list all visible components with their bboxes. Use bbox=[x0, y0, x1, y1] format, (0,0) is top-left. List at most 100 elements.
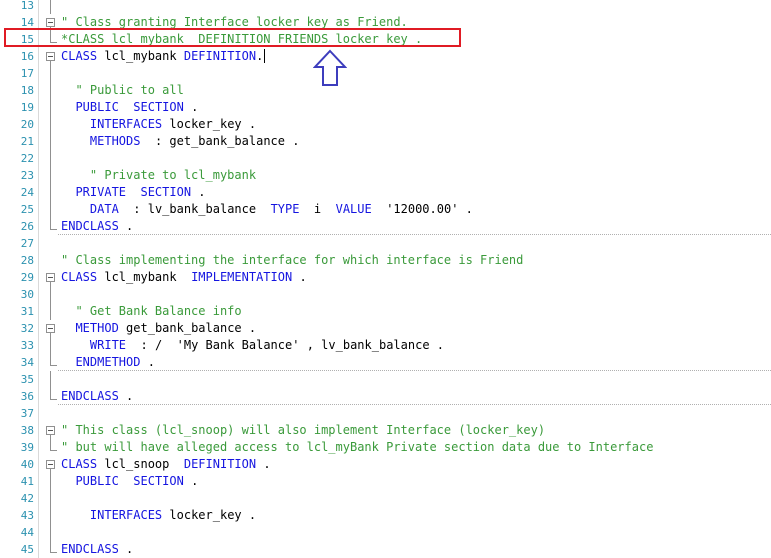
code-line[interactable]: 39 " but will have alleged access to lcl_… bbox=[0, 439, 771, 456]
line-number: 22 bbox=[20, 152, 34, 165]
collapse-icon[interactable] bbox=[46, 460, 55, 469]
fold-guide bbox=[50, 0, 51, 14]
code-line[interactable]: 28 " Class implementing the interface for… bbox=[0, 252, 771, 269]
code-line[interactable]: 38 " This class (lcl_snoop) will also imp… bbox=[0, 422, 771, 439]
line-number: 16 bbox=[20, 50, 34, 63]
code-line[interactable]: 13 bbox=[0, 0, 771, 14]
code-line[interactable]: 26 ENDCLASS . bbox=[0, 218, 771, 235]
line-number: 29 bbox=[20, 271, 34, 284]
line-number: 40 bbox=[20, 458, 34, 471]
line-number: 43 bbox=[20, 509, 34, 522]
code-text: " Private to lcl_mybank bbox=[61, 168, 257, 182]
code-line[interactable]: 35 bbox=[0, 371, 771, 388]
code-line[interactable]: 18 " Public to all bbox=[0, 82, 771, 99]
code-editor[interactable]: 13 14 " Class granting Interface locker_ke… bbox=[0, 0, 771, 558]
line-number: 41 bbox=[20, 475, 34, 488]
line-number: 44 bbox=[20, 526, 34, 539]
gutter-separator bbox=[38, 65, 39, 82]
fold-guide bbox=[50, 150, 51, 167]
fold-guide bbox=[50, 99, 51, 116]
code-line[interactable]: 32 METHOD get_bank_balance . bbox=[0, 320, 771, 337]
fold-guide bbox=[50, 490, 51, 507]
code-line[interactable]: 34 ENDMETHOD . bbox=[0, 354, 771, 371]
gutter-separator bbox=[38, 439, 39, 456]
code-line[interactable]: 44 bbox=[0, 524, 771, 541]
code-line[interactable]: 14 " Class granting Interface locker_key … bbox=[0, 14, 771, 31]
collapse-icon[interactable] bbox=[46, 426, 55, 435]
code-text: CLASS lcl_mybank IMPLEMENTATION . bbox=[61, 270, 307, 284]
gutter-separator bbox=[38, 422, 39, 439]
code-text: " This class (lcl_snoop) will also imple… bbox=[61, 423, 546, 437]
code-line[interactable]: 21 METHODS : get_bank_balance . bbox=[0, 133, 771, 150]
code-line[interactable]: 43 INTERFACES locker_key . bbox=[0, 507, 771, 524]
code-text: PRIVATE SECTION . bbox=[75, 185, 206, 199]
fold-guide bbox=[50, 167, 51, 184]
fold-guide bbox=[50, 65, 51, 82]
fold-guide bbox=[50, 337, 51, 354]
gutter-separator bbox=[38, 541, 39, 558]
code-line[interactable]: 23 " Private to lcl_mybank bbox=[0, 167, 771, 184]
code-text: PUBLIC SECTION . bbox=[75, 474, 199, 488]
up-arrow-icon bbox=[313, 49, 347, 86]
code-line[interactable]: 19 PUBLIC SECTION . bbox=[0, 99, 771, 116]
gutter-separator bbox=[38, 337, 39, 354]
gutter-separator bbox=[38, 184, 39, 201]
fold-guide bbox=[50, 524, 51, 541]
fold-guide bbox=[50, 473, 51, 490]
gutter-separator bbox=[38, 388, 39, 405]
code-text: CLASS lcl_mybank DEFINITION. bbox=[61, 49, 266, 63]
code-line[interactable]: 16 CLASS lcl_mybank DEFINITION. bbox=[0, 48, 771, 65]
fold-end-marker bbox=[50, 354, 57, 366]
collapse-icon[interactable] bbox=[46, 273, 55, 282]
line-number: 30 bbox=[20, 288, 34, 301]
fold-end-marker bbox=[50, 541, 57, 553]
code-line[interactable]: 42 bbox=[0, 490, 771, 507]
code-text: " but will have alleged access to lcl_my… bbox=[61, 440, 654, 454]
line-number: 24 bbox=[20, 186, 34, 199]
fold-guide bbox=[50, 371, 51, 388]
code-text: ENDCLASS . bbox=[61, 219, 134, 233]
code-line[interactable]: 25 DATA : lv_bank_balance TYPE i VALUE '… bbox=[0, 201, 771, 218]
gutter-separator bbox=[38, 303, 39, 320]
code-line[interactable]: 36 ENDCLASS . bbox=[0, 388, 771, 405]
code-line[interactable]: 17 bbox=[0, 65, 771, 82]
collapse-icon[interactable] bbox=[46, 52, 55, 61]
code-text: ENDCLASS . bbox=[61, 389, 134, 403]
code-line[interactable]: 33 WRITE : / 'My Bank Balance' , lv_bank… bbox=[0, 337, 771, 354]
code-text: INTERFACES locker_key . bbox=[89, 117, 257, 131]
code-line[interactable]: 37 bbox=[0, 405, 771, 422]
code-text: ENDCLASS . bbox=[61, 542, 134, 556]
fold-end-marker bbox=[50, 439, 57, 451]
fold-guide bbox=[50, 184, 51, 201]
line-number: 33 bbox=[20, 339, 34, 352]
code-line[interactable]: 41 PUBLIC SECTION . bbox=[0, 473, 771, 490]
code-text: ENDMETHOD . bbox=[75, 355, 155, 369]
line-number: 15 bbox=[20, 33, 34, 46]
code-line[interactable]: 31 " Get Bank Balance info bbox=[0, 303, 771, 320]
code-line[interactable]: 27 bbox=[0, 235, 771, 252]
code-line[interactable]: 45 ENDCLASS . bbox=[0, 541, 771, 558]
code-line[interactable]: 22 bbox=[0, 150, 771, 167]
line-number: 20 bbox=[20, 118, 34, 131]
code-text: METHODS : get_bank_balance . bbox=[89, 134, 300, 148]
gutter-separator bbox=[38, 507, 39, 524]
code-text: " Class implementing the interface for w… bbox=[61, 253, 524, 267]
code-line[interactable]: 30 bbox=[0, 286, 771, 303]
line-number: 35 bbox=[20, 373, 34, 386]
collapse-icon[interactable] bbox=[46, 18, 55, 27]
gutter-separator bbox=[38, 116, 39, 133]
gutter-separator bbox=[38, 201, 39, 218]
code-line[interactable]: 15 *CLASS lcl_mybank DEFINITION FRIENDS l… bbox=[0, 31, 771, 48]
line-number: 31 bbox=[20, 305, 34, 318]
line-number: 13 bbox=[20, 0, 34, 12]
code-line[interactable]: 20 INTERFACES locker_key . bbox=[0, 116, 771, 133]
code-line[interactable]: 29 CLASS lcl_mybank IMPLEMENTATION . bbox=[0, 269, 771, 286]
code-line[interactable]: 24 PRIVATE SECTION . bbox=[0, 184, 771, 201]
fold-end-marker bbox=[50, 218, 57, 230]
gutter-separator bbox=[38, 31, 39, 48]
collapse-icon[interactable] bbox=[46, 324, 55, 333]
code-text: INTERFACES locker_key . bbox=[89, 508, 257, 522]
code-text: DATA : lv_bank_balance TYPE i VALUE '120… bbox=[89, 202, 473, 216]
line-number: 18 bbox=[20, 84, 34, 97]
code-line[interactable]: 40 CLASS lcl_snoop DEFINITION . bbox=[0, 456, 771, 473]
